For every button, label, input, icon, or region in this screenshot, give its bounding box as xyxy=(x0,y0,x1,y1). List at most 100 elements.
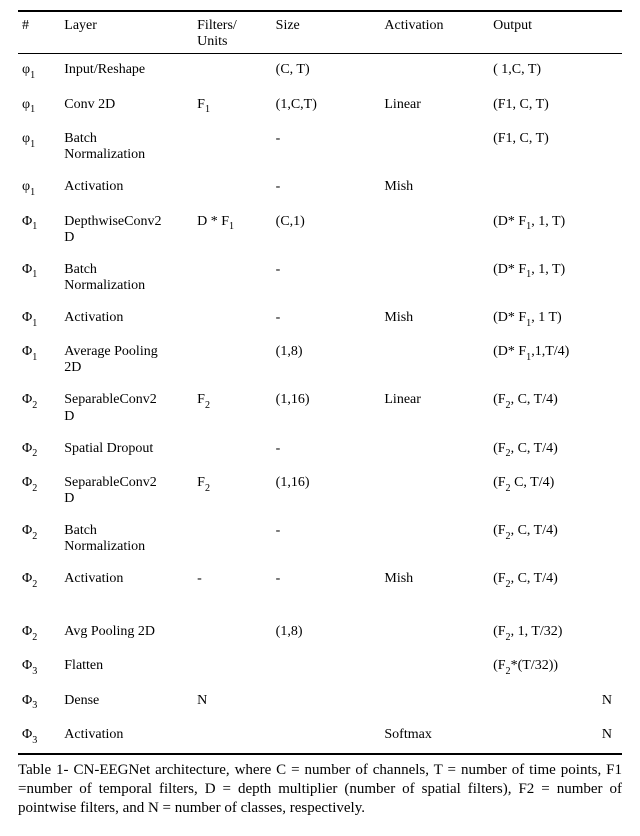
cell-activation xyxy=(380,433,489,467)
col-hash: # xyxy=(18,11,60,54)
cell-hash: Φ3 xyxy=(18,650,60,684)
col-size: Size xyxy=(272,11,381,54)
cell-filters: F2 xyxy=(193,467,272,515)
cell-size: (1,16) xyxy=(272,467,381,515)
cell-hash: Φ2 xyxy=(18,467,60,515)
cell-filters xyxy=(193,336,272,384)
table-row: Φ3Flatten (F2*(T/32)) xyxy=(18,650,622,684)
cell-output: N xyxy=(489,685,622,719)
table-row: Φ3DenseNN xyxy=(18,685,622,719)
cell-activation: Linear xyxy=(380,89,489,123)
cell-size: (C, T) xyxy=(272,54,381,89)
cell-activation xyxy=(380,515,489,563)
table-row: Φ1Activation-Mish(D* F1, 1 T) xyxy=(18,302,622,336)
cell-activation: Mish xyxy=(380,563,489,597)
cell-layer: DepthwiseConv2D xyxy=(60,206,193,254)
cell-filters: F2 xyxy=(193,384,272,432)
cell-filters xyxy=(193,515,272,563)
cell-size xyxy=(272,685,381,719)
cell-layer: BatchNormalization xyxy=(60,515,193,563)
cell-activation xyxy=(380,598,489,650)
cell-filters: F1 xyxy=(193,89,272,123)
cell-filters xyxy=(193,433,272,467)
cell-hash: Φ3 xyxy=(18,685,60,719)
cell-filters: D * F1 xyxy=(193,206,272,254)
cell-output: N xyxy=(489,719,622,754)
cell-size: (1,16) xyxy=(272,384,381,432)
cell-output: ( 1,C, T) xyxy=(489,54,622,89)
cell-layer: BatchNormalization xyxy=(60,123,193,171)
table-header: # Layer Filters/ Units Size Activation O… xyxy=(18,11,622,54)
cell-layer: Average Pooling2D xyxy=(60,336,193,384)
cell-activation xyxy=(380,206,489,254)
cell-output: (D* F1, 1 T) xyxy=(489,302,622,336)
cell-hash: Φ1 xyxy=(18,254,60,302)
table-row: φ1Input/Reshape(C, T)( 1,C, T) xyxy=(18,54,622,89)
table-row: φ1Conv 2DF1(1,C,T)Linear(F1, C, T) xyxy=(18,89,622,123)
cell-activation xyxy=(380,685,489,719)
cell-size: (1,8) xyxy=(272,336,381,384)
cell-layer: Dense xyxy=(60,685,193,719)
cell-size: (C,1) xyxy=(272,206,381,254)
table-row: Φ3ActivationSoftmaxN xyxy=(18,719,622,754)
cell-size: (1,C,T) xyxy=(272,89,381,123)
cell-output: (F2 C, T/4) xyxy=(489,467,622,515)
cell-output: (F2, C, T/4) xyxy=(489,563,622,597)
cell-output xyxy=(489,171,622,205)
cell-filters xyxy=(193,254,272,302)
table-row: Φ1Average Pooling2D(1,8)(D* F1,1,T/4) xyxy=(18,336,622,384)
page: # Layer Filters/ Units Size Activation O… xyxy=(0,0,640,836)
col-layer: Layer xyxy=(60,11,193,54)
table-body: φ1Input/Reshape(C, T)( 1,C, T)φ1Conv 2DF… xyxy=(18,54,622,755)
cell-filters xyxy=(193,54,272,89)
cell-filters: N xyxy=(193,685,272,719)
cell-hash: φ1 xyxy=(18,123,60,171)
cell-layer: Flatten xyxy=(60,650,193,684)
table-row: Φ2SeparableConv2DF2(1,16) (F2 C, T/4) xyxy=(18,467,622,515)
cell-size: - xyxy=(272,563,381,597)
cell-hash: φ1 xyxy=(18,54,60,89)
cell-size: - xyxy=(272,171,381,205)
cell-hash: Φ2 xyxy=(18,384,60,432)
cell-output: (F2, C, T/4) xyxy=(489,515,622,563)
table-row: Φ2Spatial Dropout-(F2, C, T/4) xyxy=(18,433,622,467)
cell-layer: Activation xyxy=(60,171,193,205)
cell-output: (F2*(T/32)) xyxy=(489,650,622,684)
cell-hash: Φ2 xyxy=(18,433,60,467)
cell-layer: Activation xyxy=(60,719,193,754)
table-row: φ1BatchNormalization-(F1, C, T) xyxy=(18,123,622,171)
cell-size: - xyxy=(272,302,381,336)
cell-output: (F1, C, T) xyxy=(489,89,622,123)
cell-layer: Activation xyxy=(60,302,193,336)
architecture-table: # Layer Filters/ Units Size Activation O… xyxy=(18,10,622,755)
cell-output: (D* F1,1,T/4) xyxy=(489,336,622,384)
cell-size xyxy=(272,650,381,684)
cell-hash: Φ2 xyxy=(18,598,60,650)
table-row: Φ2Activation--Mish(F2, C, T/4) xyxy=(18,563,622,597)
cell-activation xyxy=(380,54,489,89)
cell-output: (F2, 1, T/32) xyxy=(489,598,622,650)
cell-activation xyxy=(380,336,489,384)
table-row: Φ2SeparableConv2DF2(1,16)Linear(F2, C, T… xyxy=(18,384,622,432)
cell-layer: Conv 2D xyxy=(60,89,193,123)
cell-size: - xyxy=(272,515,381,563)
table-row: Φ2BatchNormalization - (F2, C, T/4) xyxy=(18,515,622,563)
cell-layer: Activation xyxy=(60,563,193,597)
cell-layer: Spatial Dropout xyxy=(60,433,193,467)
cell-layer: SeparableConv2D xyxy=(60,467,193,515)
cell-filters xyxy=(193,598,272,650)
cell-hash: φ1 xyxy=(18,89,60,123)
cell-hash: Φ2 xyxy=(18,563,60,597)
table-row: φ1Activation-Mish xyxy=(18,171,622,205)
cell-filters: - xyxy=(193,563,272,597)
cell-activation: Softmax xyxy=(380,719,489,754)
cell-activation: Mish xyxy=(380,171,489,205)
cell-hash: Φ2 xyxy=(18,515,60,563)
col-filters: Filters/ Units xyxy=(193,11,272,54)
cell-layer: SeparableConv2D xyxy=(60,384,193,432)
cell-output: (F1, C, T) xyxy=(489,123,622,171)
cell-output: (F2, C, T/4) xyxy=(489,433,622,467)
table-row: Φ1BatchNormalization-(D* F1, 1, T) xyxy=(18,254,622,302)
table-row: Φ2Avg Pooling 2D(1,8)(F2, 1, T/32) xyxy=(18,598,622,650)
cell-layer: Avg Pooling 2D xyxy=(60,598,193,650)
